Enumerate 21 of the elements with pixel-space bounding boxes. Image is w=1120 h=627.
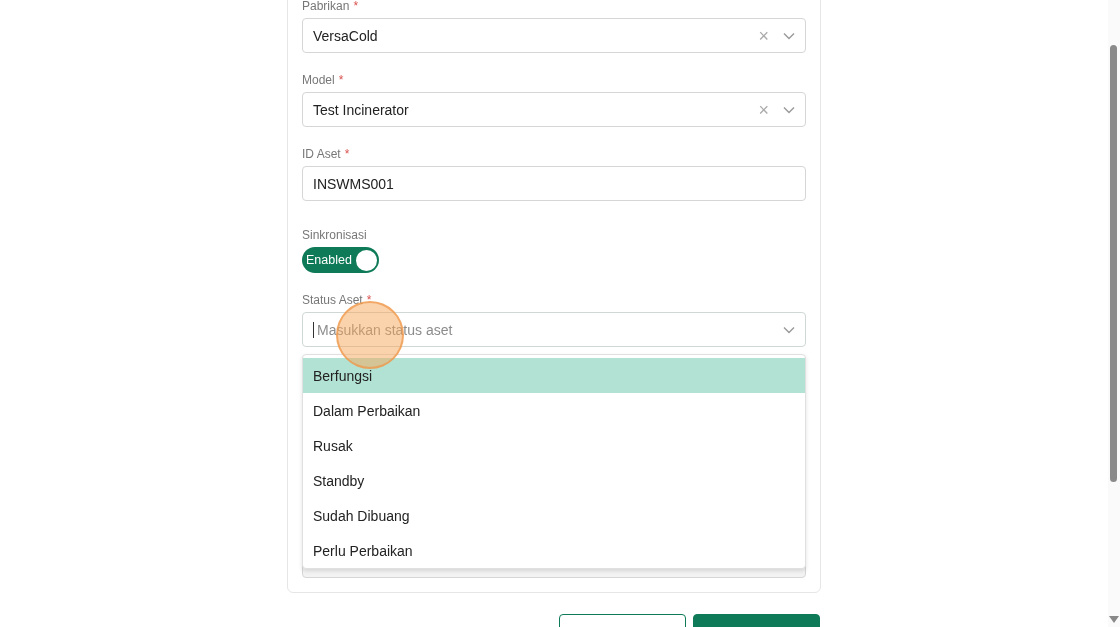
scroll-down-icon[interactable]: [1109, 616, 1119, 623]
chevron-down-icon[interactable]: [783, 105, 795, 114]
scrollbar[interactable]: [1108, 0, 1120, 627]
scrollbar-thumb[interactable]: [1110, 45, 1117, 482]
field-label: ID Aset *: [302, 146, 351, 162]
dropdown-option[interactable]: Perlu Perbaikan: [303, 533, 805, 568]
select-field[interactable]: VersaCold ×: [302, 18, 806, 53]
field-label: Status Aset *: [302, 292, 373, 308]
dropdown-option[interactable]: Rusak: [303, 428, 805, 463]
chevron-down-icon[interactable]: [783, 325, 795, 334]
dropdown-option[interactable]: Dalam Perbaikan: [303, 393, 805, 428]
dropdown-option[interactable]: Standby: [303, 463, 805, 498]
dropdown-option[interactable]: Sudah Dibuang: [303, 498, 805, 533]
select-field[interactable]: Test Incinerator ×: [302, 92, 806, 127]
toggle-switch[interactable]: Enabled: [302, 247, 379, 273]
field-label: Sinkronisasi: [302, 227, 368, 243]
chevron-down-icon[interactable]: [783, 31, 795, 40]
field-label: Model *: [302, 72, 345, 88]
field-label: Pabrikan *: [302, 0, 360, 14]
dropdown-option[interactable]: Berfungsi: [303, 358, 805, 393]
input-field[interactable]: INSWMS001: [302, 166, 806, 201]
